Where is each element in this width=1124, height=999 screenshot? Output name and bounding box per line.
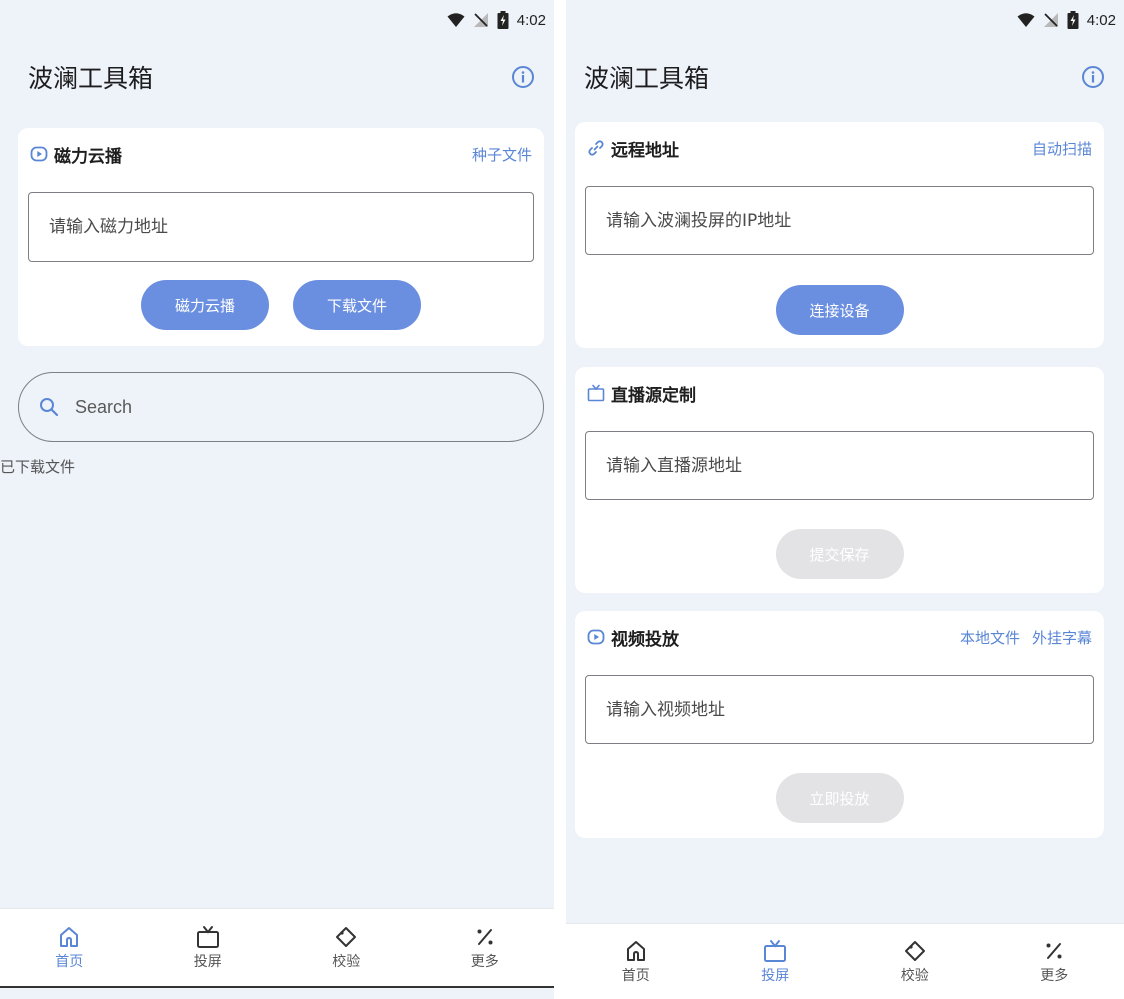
search-bar[interactable] [18,372,544,442]
tv-icon [764,939,787,962]
nav-item-cast[interactable]: 投屏 [706,924,846,999]
live-card-title: 直播源定制 [611,385,696,406]
play-circle-icon [587,629,605,645]
info-icon [512,66,534,88]
play-circle-icon [30,146,48,162]
video-address-input[interactable] [585,675,1094,744]
video-card-title: 视频投放 [611,629,679,650]
page-title: 波澜工具箱 [28,64,154,93]
torrent-file-link[interactable]: 种子文件 [472,144,532,165]
download-file-button[interactable]: 下载文件 [293,280,421,330]
live-source-card: 直播源定制 提交保存 [575,367,1104,593]
status-bar: 4:02 [566,0,1124,40]
nav-item-verify[interactable]: 校验 [845,924,985,999]
connect-device-button[interactable]: 连接设备 [775,285,904,335]
nav-item-cast[interactable]: 投屏 [139,909,278,986]
remote-button-row: 连接设备 [575,285,1104,335]
nav-item-home[interactable]: 首页 [566,924,706,999]
magnet-card-header: 磁力云播 种子文件 [30,140,532,168]
nav-label-home: 首页 [55,953,84,970]
local-file-link[interactable]: 本地文件 [960,627,1020,648]
nav-label-more: 更多 [470,953,499,970]
video-card-header: 视频投放 本地文件 外挂字幕 [587,623,1092,651]
nav-item-more[interactable]: 更多 [985,924,1124,999]
video-card-links: 本地文件 外挂字幕 [960,627,1092,648]
battery-icon [1067,11,1079,29]
nav-label-cast: 投屏 [761,967,790,984]
remote-ip-input[interactable] [585,186,1094,255]
screenshot-root: 4:02 波澜工具箱 磁力云播 种子文件 磁力云播 下载文件 [0,0,1124,999]
nav-label-verify: 校验 [332,953,361,970]
bottom-nav: 首页 投屏 校验 更多 [0,908,554,988]
submit-save-button[interactable]: 提交保存 [775,529,904,579]
nav-label-cast: 投屏 [193,953,222,970]
video-card-title-wrap: 视频投放 [587,625,679,650]
auto-scan-link[interactable]: 自动扫描 [1032,138,1092,159]
remote-card-title: 远程地址 [611,140,679,161]
remote-address-card: 远程地址 自动扫描 连接设备 [575,122,1104,348]
no-signal-icon [1043,13,1058,27]
magnet-card-title: 磁力云播 [54,146,122,167]
live-card-title-wrap: 直播源定制 [587,381,696,406]
percent-icon [1046,942,1062,959]
live-source-input[interactable] [585,431,1094,500]
nav-label-verify: 校验 [900,967,929,984]
video-cast-card: 视频投放 本地文件 外挂字幕 立即投放 [575,611,1104,838]
tv-icon [196,925,219,948]
external-subtitle-link[interactable]: 外挂字幕 [1032,627,1092,648]
live-card-header: 直播源定制 [587,379,1092,407]
nav-item-more[interactable]: 更多 [416,909,555,986]
screen-divider [554,0,566,999]
remote-card-header: 远程地址 自动扫描 [587,134,1092,162]
magnet-card: 磁力云播 种子文件 磁力云播 下载文件 [18,128,544,346]
status-time: 4:02 [1086,11,1116,29]
battery-icon [497,11,509,29]
bottom-nav: 首页 投屏 校验 更多 [566,923,1124,999]
home-icon [60,926,79,947]
tag-icon [904,940,925,961]
no-signal-icon [473,13,488,27]
page-title: 波澜工具箱 [584,64,710,93]
status-time: 4:02 [516,11,546,29]
magnet-card-title-wrap: 磁力云播 [30,142,122,167]
search-input[interactable] [75,396,455,418]
percent-icon [477,928,493,945]
magnet-play-button[interactable]: 磁力云播 [141,280,269,330]
remote-card-title-wrap: 远程地址 [587,136,679,161]
info-button[interactable] [510,64,536,90]
app-bar: 波澜工具箱 [566,48,1124,106]
app-bar: 波澜工具箱 [0,48,554,106]
wifi-icon [447,13,465,27]
status-bar: 4:02 [0,0,554,40]
nav-item-home[interactable]: 首页 [0,909,139,986]
tv-icon [587,384,605,402]
home-screen: 4:02 波澜工具箱 磁力云播 种子文件 磁力云播 下载文件 [0,0,554,999]
info-icon [1082,66,1104,88]
link-icon [588,140,604,156]
cast-now-button[interactable]: 立即投放 [775,773,904,823]
video-button-row: 立即投放 [575,773,1104,823]
live-button-row: 提交保存 [575,529,1104,579]
nav-label-home: 首页 [621,967,650,984]
tag-icon [336,926,357,947]
cast-screen: 4:02 波澜工具箱 远程地址 自动扫描 连接设备 [566,0,1124,999]
wifi-icon [1017,13,1035,27]
info-button[interactable] [1080,64,1106,90]
nav-label-more: 更多 [1040,967,1069,984]
search-icon [40,398,59,417]
magnet-button-row: 磁力云播 下载文件 [18,280,544,330]
nav-item-verify[interactable]: 校验 [277,909,416,986]
magnet-address-input[interactable] [28,192,534,262]
home-icon [626,940,645,961]
downloaded-files-label: 已下载文件 [0,458,76,476]
